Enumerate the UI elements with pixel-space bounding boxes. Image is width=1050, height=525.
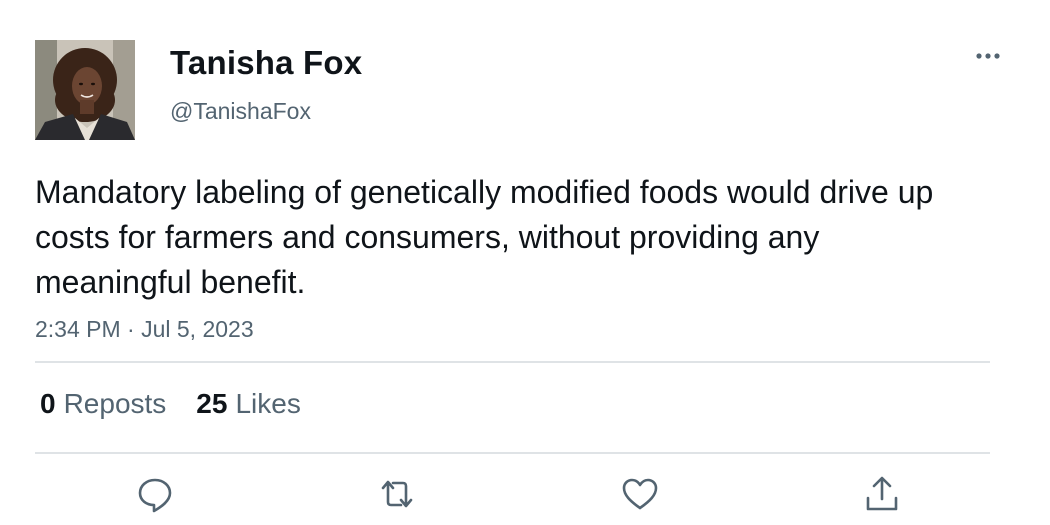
- heart-icon: [622, 478, 658, 510]
- like-button[interactable]: [618, 472, 662, 516]
- tweet-card: Tanisha Fox @TanishaFox Mandatory labeli…: [0, 0, 1050, 525]
- tweet-text: Mandatory labeling of genetically modifi…: [35, 174, 934, 300]
- author-handle[interactable]: @TanishaFox: [170, 98, 311, 125]
- reply-icon: [138, 478, 172, 513]
- reposts-label: Reposts: [63, 388, 167, 419]
- tweet-stats: 0 Reposts 25 Likes: [40, 388, 301, 420]
- tweet-actions-bar: [0, 472, 1050, 516]
- likes-count: 25: [196, 388, 228, 419]
- repost-icon: [381, 480, 413, 508]
- more-dots-icon: [976, 53, 1000, 59]
- divider: [35, 452, 990, 454]
- avatar[interactable]: [35, 40, 135, 140]
- author-display-name[interactable]: Tanisha Fox: [170, 44, 362, 82]
- reposts-count: 0: [40, 388, 56, 419]
- likes-stat[interactable]: 25 Likes: [196, 388, 301, 420]
- likes-label: Likes: [235, 388, 301, 419]
- more-options-button[interactable]: [970, 44, 1006, 68]
- divider: [35, 361, 990, 363]
- reposts-stat[interactable]: 0 Reposts: [40, 388, 166, 420]
- avatar-photo-icon: [35, 40, 135, 140]
- share-button[interactable]: [860, 472, 904, 516]
- repost-button[interactable]: [375, 472, 419, 516]
- reply-button[interactable]: [133, 472, 177, 516]
- tweet-timestamp[interactable]: 2:34 PM · Jul 5, 2023: [35, 316, 254, 343]
- share-icon: [866, 476, 898, 511]
